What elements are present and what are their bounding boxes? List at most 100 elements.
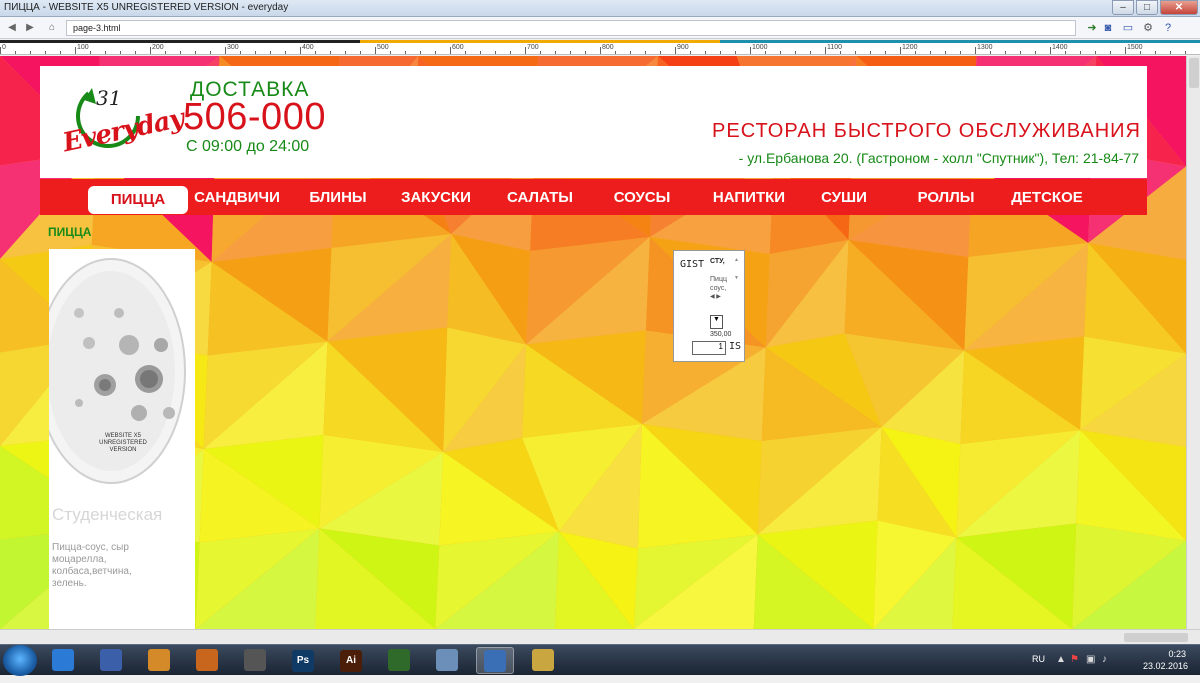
menu-item[interactable]: НАПИТКИ	[700, 187, 798, 209]
ruler-label: 200	[152, 44, 164, 51]
ruler-tick	[165, 51, 166, 54]
back-icon[interactable]: ◀	[4, 20, 20, 36]
ruler-tick	[750, 47, 751, 54]
ruler-segment-orange	[360, 40, 720, 43]
menu-item[interactable]: СОУСЫ	[600, 187, 684, 209]
clock-date[interactable]: 23.02.2016	[1143, 661, 1188, 671]
ruler-label: 500	[377, 44, 389, 51]
ruler-label: 100	[77, 44, 89, 51]
menu-item[interactable]: ЗАКУСКИ	[390, 187, 482, 209]
language-indicator[interactable]: RU	[1032, 654, 1045, 664]
widget-quantity-input[interactable]: 1	[692, 341, 726, 355]
taskbar-app-button[interactable]	[380, 647, 418, 674]
menu-item[interactable]: СУШИ	[810, 187, 878, 209]
help-icon[interactable]: ?	[1160, 20, 1176, 36]
taskbar-app-button[interactable]	[428, 647, 466, 674]
product-card[interactable]: WEBSITE X5 UNREGISTERED VERSION Студенче…	[49, 249, 195, 629]
puzzle-app-icon	[148, 649, 170, 671]
windows-taskbar: RU ▲ ⚑ ▣ ♪ 0:23 23.02.2016 Ps Ai	[0, 644, 1200, 676]
start-button[interactable]	[3, 645, 37, 676]
address-field[interactable]: page-3.html	[66, 20, 1076, 36]
clock-time[interactable]: 0:23	[1168, 649, 1186, 659]
ruler-tick	[1080, 51, 1081, 54]
device-view-icon[interactable]: ▭	[1120, 20, 1136, 36]
vertical-scrollbar[interactable]	[1186, 56, 1200, 629]
tray-network-icon[interactable]: ▣	[1086, 654, 1095, 665]
taskbar-app-button[interactable]	[188, 647, 226, 674]
tray-flag-icon[interactable]: ⚑	[1070, 654, 1079, 665]
widget-cart-button[interactable]: IS	[729, 341, 741, 352]
tray-volume-icon[interactable]: ♪	[1102, 654, 1107, 665]
widget-scrollbar[interactable]: ▲ ▼	[734, 257, 742, 293]
ruler-tick	[720, 51, 721, 54]
refresh-icon[interactable]: ◙	[1100, 20, 1116, 36]
ruler-tick	[930, 51, 931, 54]
preview-toolbar: ◀ ▶ ⌂ page-3.html ➜ ◙ ▭ ⚙ ?	[0, 17, 1200, 39]
ruler-label: 1500	[1127, 44, 1143, 51]
ruler-tick	[105, 51, 106, 54]
close-button[interactable]: ✕	[1160, 0, 1198, 15]
maximize-button[interactable]: □	[1136, 0, 1158, 15]
ruler-tick	[1020, 51, 1021, 54]
product-name[interactable]: Студенческая	[52, 505, 162, 525]
ruler-tick	[120, 51, 121, 54]
logo-number: 31	[96, 86, 122, 110]
horizontal-scrollbar[interactable]	[0, 629, 1200, 644]
taskbar-app-button[interactable]	[44, 647, 82, 674]
ruler-tick	[1140, 51, 1141, 54]
menu-item[interactable]: БЛИНЫ	[296, 187, 380, 209]
taskbar-app-button[interactable]	[140, 647, 178, 674]
ruler-label: 700	[527, 44, 539, 51]
taskbar-app-button[interactable]: Ai	[332, 647, 370, 674]
window-title: ПИЦЦА - WEBSITE X5 UNREGISTERED VERSION …	[4, 2, 289, 13]
menu-item[interactable]: РОЛЛЫ	[902, 187, 990, 209]
taskbar-app-button[interactable]	[476, 647, 514, 674]
ruler-tick	[780, 51, 781, 54]
ruler-tick	[705, 51, 706, 54]
ruler-tick	[135, 51, 136, 54]
widget-price: 350,00	[710, 331, 732, 338]
taskbar-app-button[interactable]: Ps	[284, 647, 322, 674]
tray-up-arrow-icon[interactable]: ▲	[1056, 654, 1066, 665]
widget-option-select[interactable]: ▼	[710, 315, 723, 329]
main-menu: ПИЦЦА САНДВИЧИ БЛИНЫ ЗАКУСКИ САЛАТЫ СОУСЫ НАПИ…	[40, 179, 1147, 215]
ruler-tick	[960, 51, 961, 54]
forward-icon[interactable]: ▶	[22, 20, 38, 36]
ruler-tick	[15, 51, 16, 54]
settings-gear-icon[interactable]: ⚙	[1140, 20, 1156, 36]
ruler-tick	[75, 47, 76, 54]
ruler-tick	[795, 51, 796, 54]
horizontal-scroll-thumb[interactable]	[1124, 633, 1188, 642]
ruler-tick	[360, 51, 361, 54]
taskbar-app-button[interactable]	[92, 647, 130, 674]
dreamweaver-icon	[388, 649, 410, 671]
ruler-tick	[465, 51, 466, 54]
ruler-label: 1300	[977, 44, 993, 51]
menu-item[interactable]: САНДВИЧИ	[188, 187, 286, 209]
logo[interactable]: 31 Everyday	[58, 78, 186, 164]
widget-title: СТУ,	[710, 258, 725, 265]
illustrator-icon: Ai	[340, 650, 362, 672]
minimize-button[interactable]: –	[1112, 0, 1134, 15]
watermark-text: WEBSITE X5 UNREGISTERED VERSION	[99, 433, 147, 453]
section-title: ПИЦЦА	[48, 225, 92, 239]
taskbar-app-button[interactable]	[524, 647, 562, 674]
menu-item[interactable]: САЛАТЫ	[496, 187, 584, 209]
home-icon[interactable]: ⌂	[44, 20, 60, 36]
ruler-tick	[540, 51, 541, 54]
widget-scroll-arrows-icon[interactable]: ◀ ▶	[710, 293, 721, 300]
go-arrow-icon[interactable]: ➜	[1084, 20, 1100, 36]
menu-item[interactable]: ДЕТСКОЕ	[1002, 187, 1092, 209]
ruler-tick	[765, 51, 766, 54]
product-description: Пицца-соус, сыр моцарелла, колбаса,ветчи…	[52, 542, 132, 589]
menu-item[interactable]: ПИЦЦА	[88, 186, 188, 214]
vertical-scroll-thumb[interactable]	[1189, 58, 1199, 88]
ruler-tick	[615, 51, 616, 54]
ruler-tick	[1005, 51, 1006, 54]
ruler-tick	[240, 51, 241, 54]
taskbar-app-button[interactable]	[236, 647, 274, 674]
ruler-tick	[600, 47, 601, 54]
ruler-tick	[0, 47, 1, 54]
ruler-tick	[1050, 47, 1051, 54]
window-titlebar: ПИЦЦА - WEBSITE X5 UNREGISTERED VERSION …	[0, 0, 1200, 17]
